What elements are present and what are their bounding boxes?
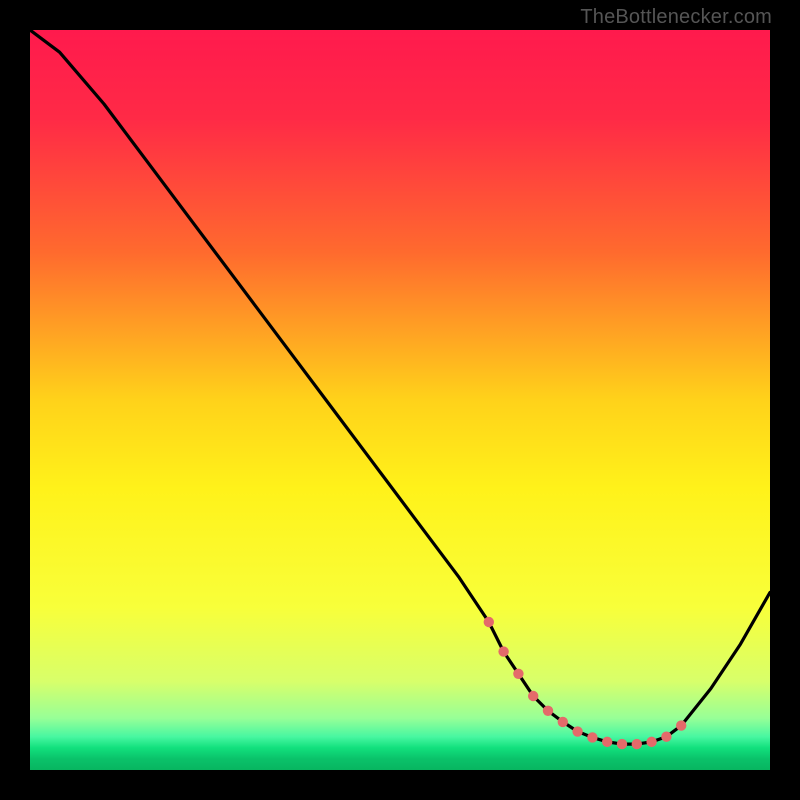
curve-marker-dot (646, 737, 656, 747)
curve-marker-dot (632, 739, 642, 749)
watermark-text: TheBottlenecker.com (580, 6, 772, 29)
bottleneck-curve (30, 30, 770, 744)
curve-marker-dot (572, 726, 582, 736)
curve-marker-dot (528, 691, 538, 701)
curve-marker-dot (617, 739, 627, 749)
curve-markers (484, 617, 687, 750)
curve-marker-dot (587, 732, 597, 742)
plot-container (30, 30, 770, 770)
curve-marker-dot (484, 617, 494, 627)
curve-layer (30, 30, 770, 770)
curve-marker-dot (602, 737, 612, 747)
curve-marker-dot (498, 646, 508, 656)
plot-area (30, 30, 770, 770)
curve-marker-dot (661, 732, 671, 742)
curve-marker-dot (513, 669, 523, 679)
curve-marker-dot (558, 717, 568, 727)
curve-marker-dot (543, 706, 553, 716)
curve-marker-dot (676, 720, 686, 730)
